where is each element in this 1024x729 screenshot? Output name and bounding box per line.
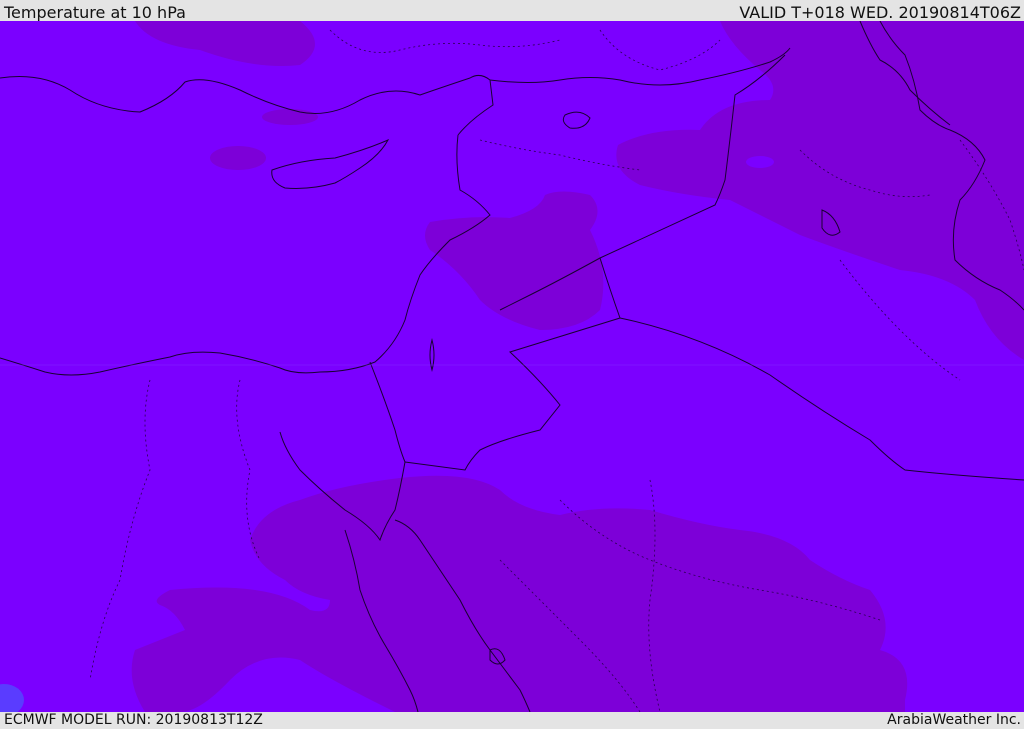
warm-spot-iraq (746, 156, 774, 168)
footer-bar: ECMWF MODEL RUN: 20190813T12Z ArabiaWeat… (0, 712, 1024, 729)
map-title: Temperature at 10 hPa (4, 3, 186, 22)
header-bar: Temperature at 10 hPa VALID T+018 WED. 2… (0, 0, 1024, 22)
weather-map[interactable] (0, 21, 1024, 712)
credit-label: ArabiaWeather Inc. (887, 712, 1021, 728)
cool-spot-anatolia (262, 109, 318, 125)
cool-spot-aegean (210, 146, 266, 170)
model-run-label: ECMWF MODEL RUN: 20190813T12Z (4, 712, 263, 728)
valid-time-label: VALID T+018 WED. 20190814T06Z (739, 3, 1021, 22)
